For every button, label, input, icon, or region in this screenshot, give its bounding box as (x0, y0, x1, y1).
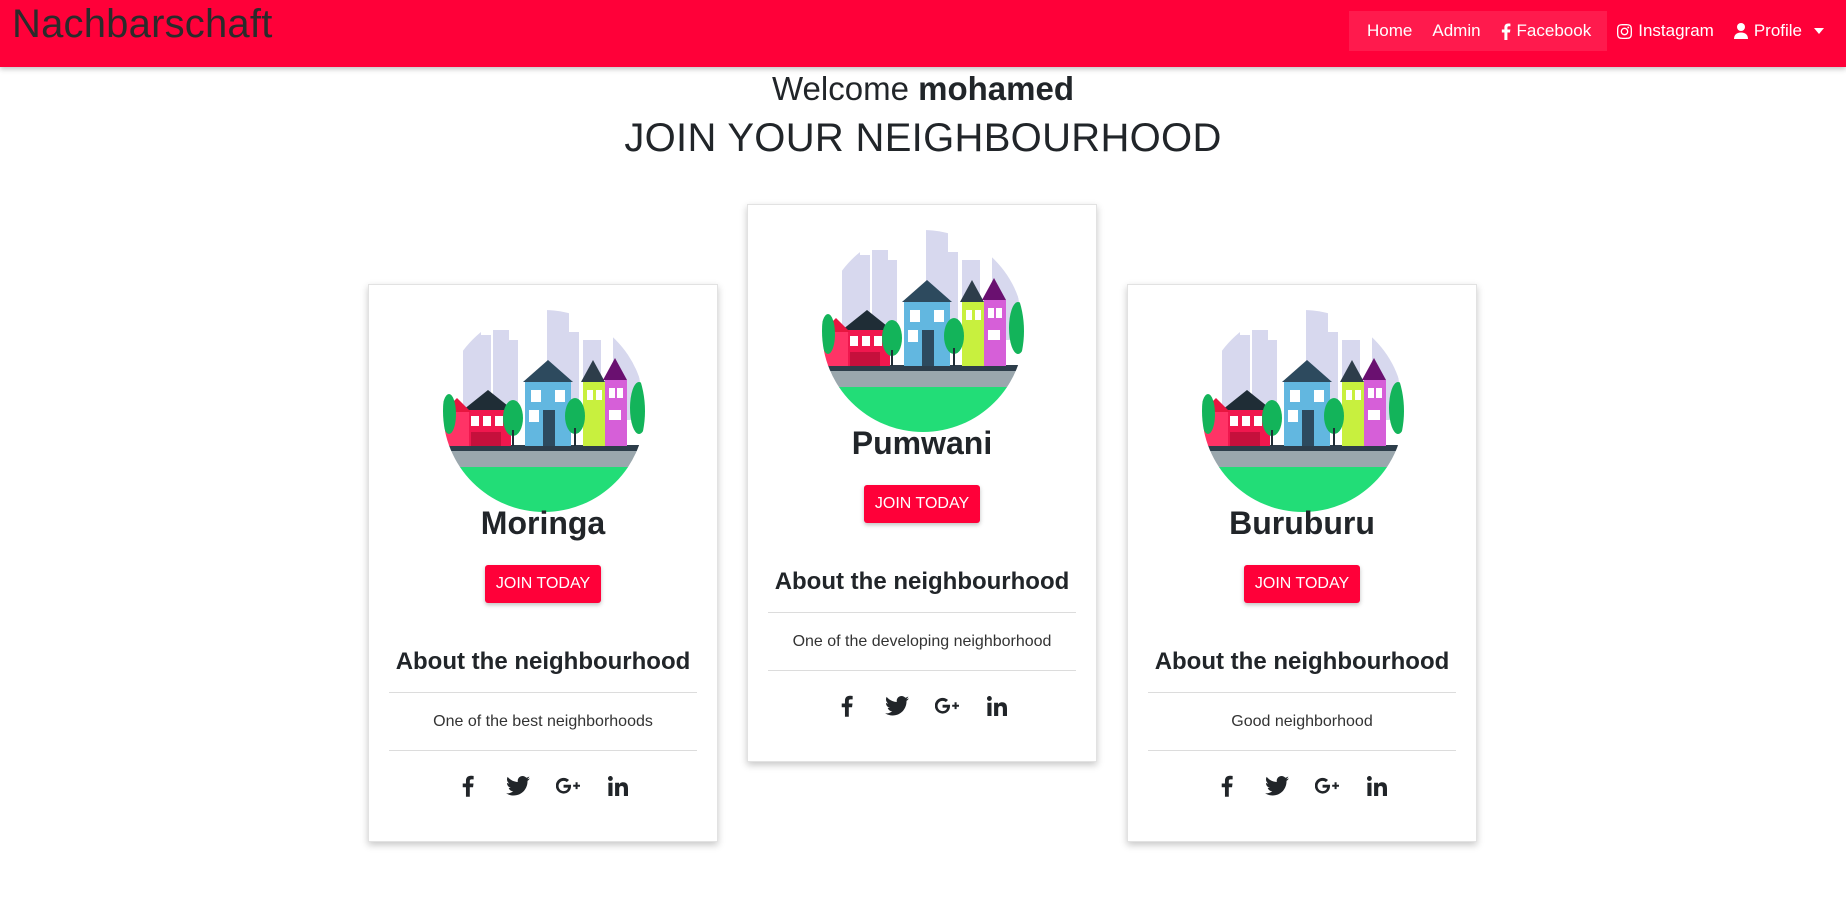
divider (1148, 750, 1456, 751)
neighbourhood-description: Good neighborhood (1231, 713, 1373, 730)
twitter-icon[interactable] (1265, 774, 1289, 798)
join-today-button[interactable]: JOIN TODAY (485, 565, 601, 603)
linkedin-icon[interactable] (606, 774, 630, 798)
divider (768, 670, 1076, 671)
google-plus-icon[interactable] (935, 694, 959, 718)
nav-profile-dropdown[interactable]: Profile (1724, 11, 1834, 51)
neighbourhood-name: Moringa (480, 505, 606, 541)
neighbourhood-image (1202, 310, 1404, 512)
neighbourhood-description: One of the best neighborhoods (433, 713, 653, 730)
join-today-button[interactable]: JOIN TODAY (1244, 565, 1360, 603)
linkedin-icon[interactable] (1365, 774, 1389, 798)
welcome-prefix: Welcome (772, 70, 909, 107)
neighbourhood-card: Moringa JOIN TODAY About the neighbourho… (368, 284, 718, 842)
neighbourhood-image (822, 230, 1024, 432)
neighbourhood-description: One of the developing neighborhood (792, 633, 1052, 650)
nav-instagram-label: Instagram (1638, 21, 1714, 40)
about-title: About the neighbourhood (774, 568, 1070, 595)
welcome-username: mohamed (918, 70, 1074, 107)
google-plus-icon[interactable] (556, 774, 580, 798)
user-icon (1733, 23, 1748, 39)
nav-profile-label: Profile (1753, 21, 1802, 40)
nav-home-link[interactable]: Home (1357, 11, 1422, 51)
caret-down-icon (1814, 28, 1824, 34)
instagram-icon (1617, 23, 1633, 39)
social-links (748, 694, 1096, 718)
divider (389, 750, 697, 751)
nav-home-label: Home (1367, 21, 1413, 40)
nav-facebook-link[interactable]: Facebook (1491, 11, 1602, 51)
join-today-button[interactable]: JOIN TODAY (864, 485, 980, 523)
neighbourhood-card: Buruburu JOIN TODAY About the neighbourh… (1127, 284, 1477, 842)
twitter-icon[interactable] (885, 694, 909, 718)
twitter-icon[interactable] (506, 774, 530, 798)
nav-links: Home Admin Facebook Instagram Profile (1349, 11, 1834, 51)
nav-admin-label: Admin (1432, 21, 1481, 40)
divider (1148, 692, 1456, 693)
neighbourhood-name: Pumwani (851, 425, 993, 461)
facebook-icon[interactable] (1215, 774, 1239, 798)
neighbourhood-name: Buruburu (1229, 505, 1375, 541)
page-title: JOIN YOUR NEIGHBOURHOOD (624, 116, 1222, 160)
nav-admin-link[interactable]: Admin (1422, 11, 1490, 51)
about-title: About the neighbourhood (1154, 648, 1450, 675)
social-links (1128, 774, 1476, 798)
neighbourhood-image (443, 310, 645, 512)
nav-highlight-group: Home Admin Facebook (1349, 11, 1608, 51)
facebook-icon[interactable] (456, 774, 480, 798)
navbar: Nachbarschaft Home Admin Facebook Instag… (0, 0, 1846, 67)
welcome-heading: Welcome mohamed (0, 70, 1846, 108)
facebook-icon[interactable] (835, 694, 859, 718)
brand-logo-text[interactable]: Nachbarschaft (12, 2, 273, 47)
linkedin-icon[interactable] (985, 694, 1009, 718)
divider (389, 692, 697, 693)
social-links (369, 774, 717, 798)
neighbourhood-card: Pumwani JOIN TODAY About the neighbourho… (747, 204, 1097, 762)
facebook-icon (1501, 22, 1510, 40)
nav-facebook-label: Facebook (1516, 21, 1592, 40)
nav-instagram-link[interactable]: Instagram (1607, 11, 1724, 51)
about-title: About the neighbourhood (395, 648, 691, 675)
google-plus-icon[interactable] (1315, 774, 1339, 798)
divider (768, 612, 1076, 613)
